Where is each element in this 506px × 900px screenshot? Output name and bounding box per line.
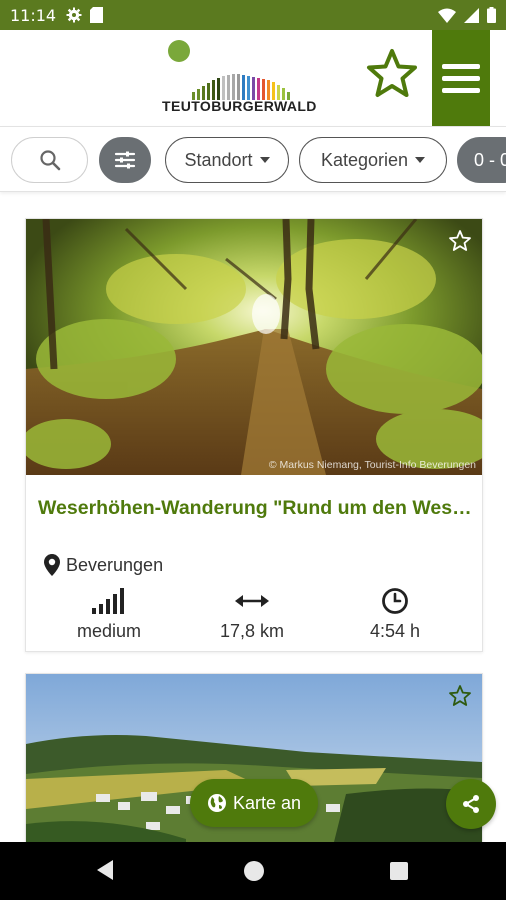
status-icons-right [438,7,496,23]
chevron-down-icon [415,157,426,163]
magnifier-icon [39,150,60,171]
favorites-star-icon[interactable] [366,48,418,100]
difficulty-label: medium [76,621,142,641]
filter-settings-button[interactable] [99,137,151,183]
difficulty-stat: medium [39,587,179,642]
distance-arrows-icon [235,595,269,607]
search-button[interactable] [11,137,88,183]
clock-icon [382,588,408,614]
menu-line [442,87,480,93]
standort-label: Standort [184,149,253,170]
tour-location: Beverungen [44,554,163,576]
tour-title[interactable]: Weserhöhen-Wanderung "Rund um den Wesers… [38,497,474,520]
recent-apps-square-icon[interactable] [390,862,408,880]
distance-label: 17,8 km [219,621,285,641]
duration-label: 4:54 h [369,621,421,641]
card-favorite-star-icon[interactable] [448,229,472,253]
menu-line [442,63,480,69]
globe-icon [207,794,226,812]
status-bar: 11:14 [0,0,506,30]
settings-gear-icon [66,7,82,23]
sliders-icon [114,151,136,169]
filter-bar: Standort Kategorien 0 - 0 [0,126,506,192]
chevron-down-icon [259,157,270,163]
battery-icon [487,7,496,23]
wifi-icon [438,8,456,23]
logo-wordmark: TEUTOBURGERWALD [162,98,317,114]
app-screen: 11:14 TEUTOBURGERWALD Standort Kategorie… [0,0,506,900]
share-icon [463,795,479,813]
cell-signal-icon [464,7,479,23]
system-navigation-bar [0,842,506,900]
distance-stat: 17,8 km [182,587,322,642]
duration-stat: 4:54 h [325,587,465,642]
menu-line [442,75,480,81]
location-pin-icon [44,554,60,576]
kategorien-dropdown[interactable]: Kategorien [299,137,447,183]
difficulty-bars-icon [92,588,124,614]
app-header: TEUTOBURGERWALD [0,30,506,126]
map-button-label: Karte an [232,792,302,813]
map-toggle-button[interactable]: Karte an [190,779,318,827]
count-label: 0 - 0 [474,149,506,170]
photo-credit: © Markus Niemang, Tourist-Info Beverunge… [268,459,476,471]
sim-card-icon [90,7,104,23]
status-time: 11:14 [10,5,57,25]
status-icons-left [66,7,104,23]
hamburger-menu-button[interactable] [432,30,490,126]
location-name: Beverungen [66,554,164,575]
logo-bars [192,74,290,100]
tour-card[interactable]: © Markus Niemang, Tourist-Info Beverunge… [25,218,483,652]
card-favorite-star-icon[interactable] [448,684,472,708]
teutoburgerwald-logo[interactable]: TEUTOBURGERWALD [162,38,328,118]
tour-photo-forest-path[interactable]: © Markus Niemang, Tourist-Info Beverunge… [26,219,482,475]
range-count-pill[interactable]: 0 - 0 [457,137,506,183]
logo-badge-icon [168,40,190,62]
standort-dropdown[interactable]: Standort [165,137,289,183]
share-button[interactable] [446,779,496,829]
kategorien-label: Kategorien [320,149,409,170]
back-triangle-icon[interactable] [95,858,115,882]
forest-path-image [26,219,482,475]
home-circle-icon[interactable] [244,861,264,881]
